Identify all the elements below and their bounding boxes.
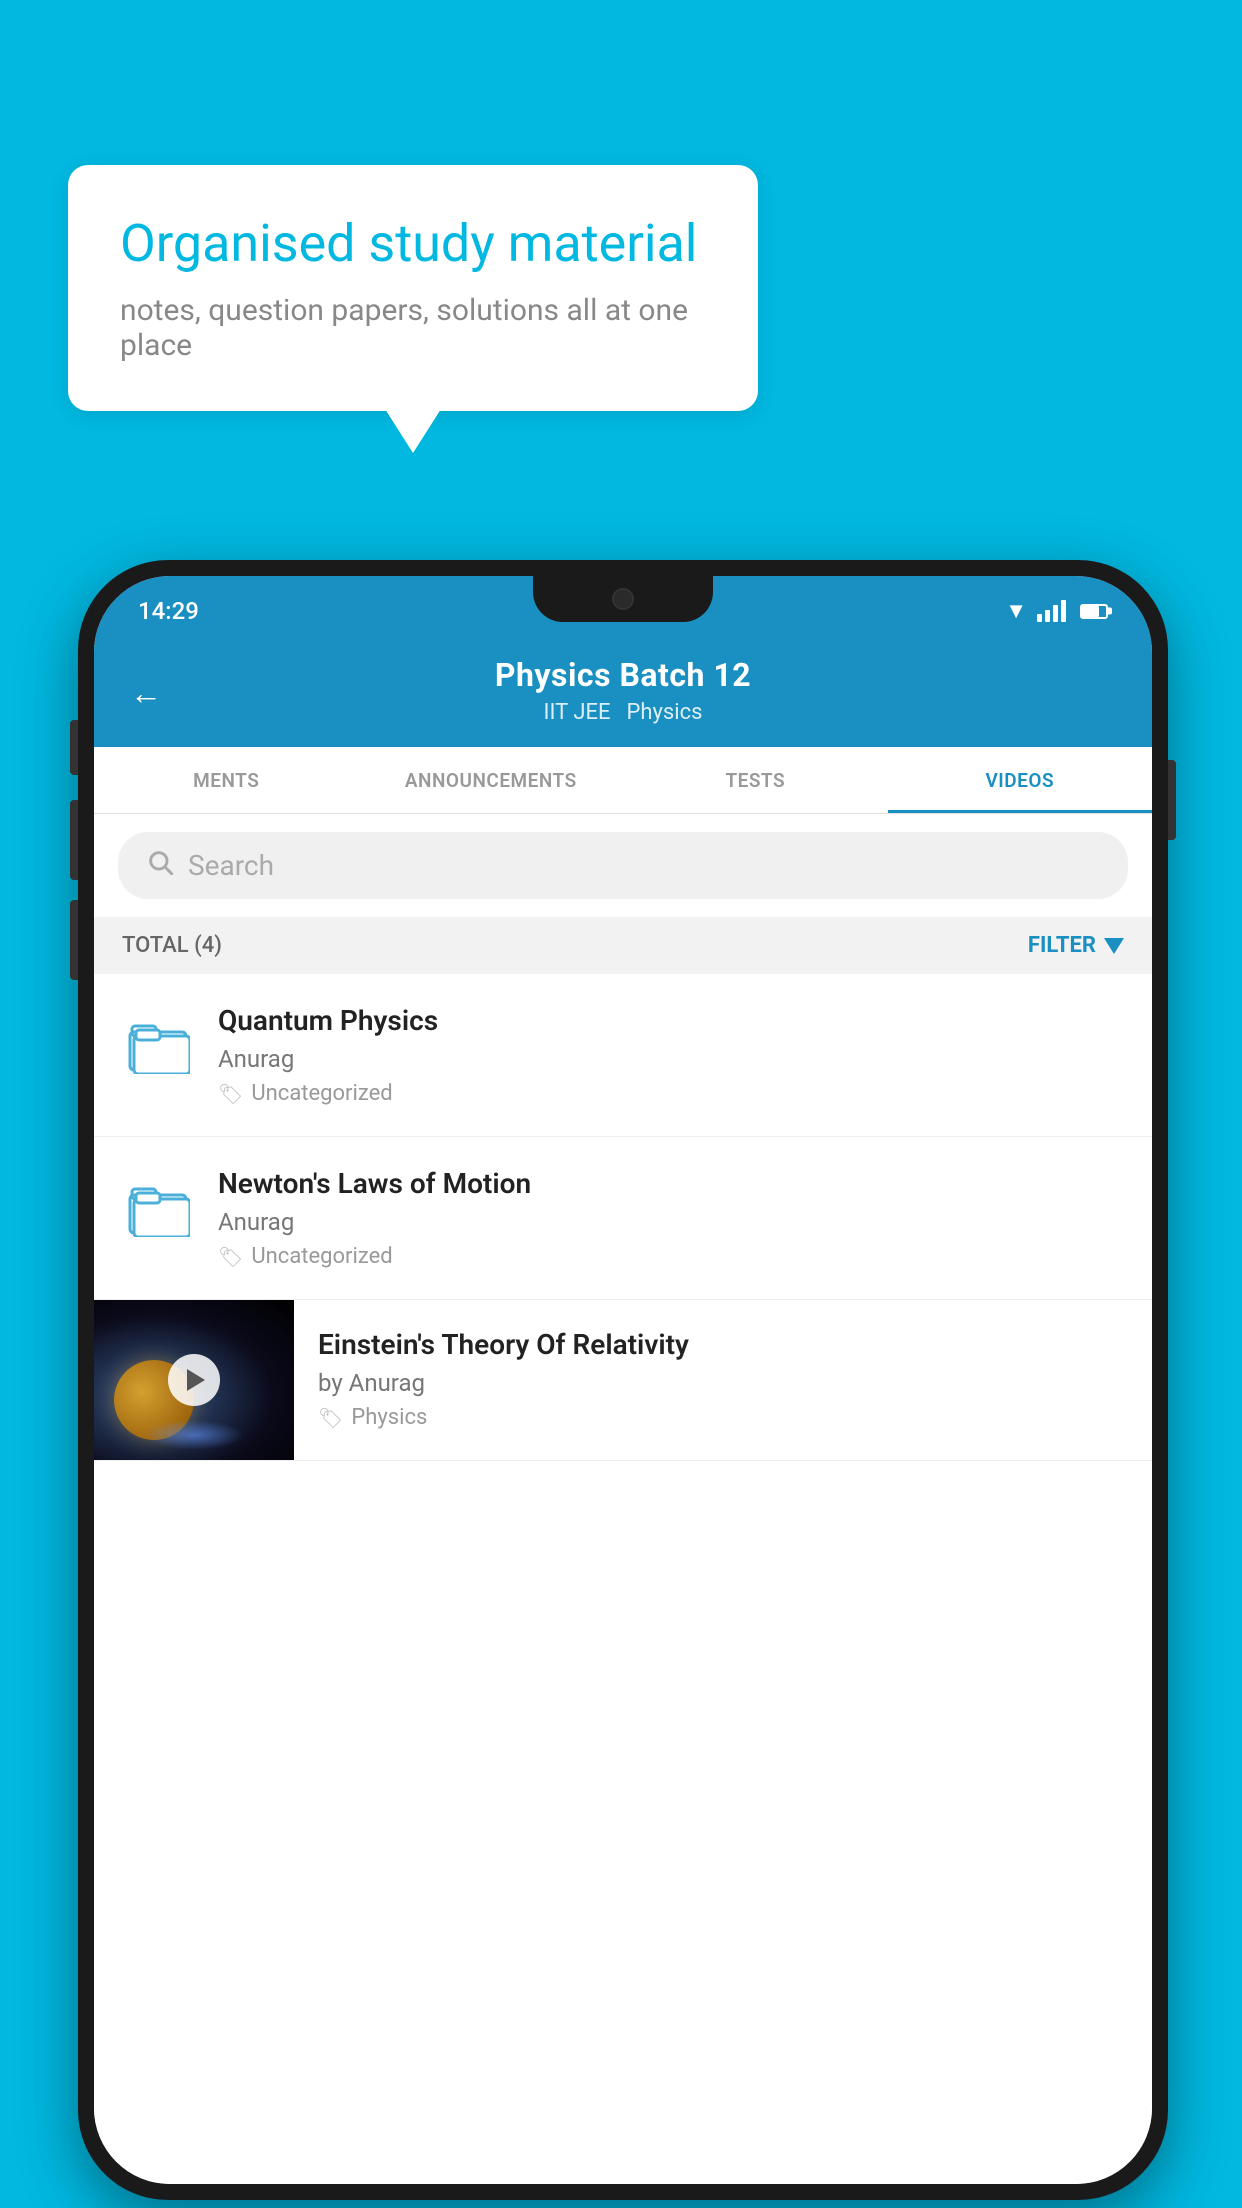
item-tag: 🏷 Physics xyxy=(318,1405,1128,1430)
phone-notch xyxy=(533,576,713,622)
phone-outer: 14:29 ▼ xyxy=(78,560,1168,2200)
tab-tests[interactable]: TESTS xyxy=(623,747,888,813)
item-title: Quantum Physics xyxy=(218,1004,1124,1037)
header-tags: IIT JEE Physics xyxy=(544,700,703,725)
folder-icon xyxy=(126,1181,190,1233)
item-content: Einstein's Theory Of Relativity by Anura… xyxy=(294,1300,1152,1458)
item-author: Anurag xyxy=(218,1045,1124,1073)
item-icon-wrap xyxy=(122,1171,194,1243)
item-author: by Anurag xyxy=(318,1369,1128,1397)
bubble-subtitle: notes, question papers, solutions all at… xyxy=(120,293,706,363)
wifi-icon: ▼ xyxy=(1005,598,1027,624)
search-bar[interactable]: Search xyxy=(118,832,1128,899)
thumbnail xyxy=(94,1300,294,1460)
glow-visual xyxy=(144,1420,244,1450)
item-content: Newton's Laws of Motion Anurag 🏷 Uncateg… xyxy=(218,1167,1124,1269)
tabs-bar: MENTS ANNOUNCEMENTS TESTS VIDEOS xyxy=(94,747,1152,814)
search-icon xyxy=(146,848,174,883)
header-tag-physics: Physics xyxy=(626,700,702,725)
total-count: TOTAL (4) xyxy=(122,933,222,958)
tab-announcements[interactable]: ANNOUNCEMENTS xyxy=(359,747,624,813)
volume-up-button xyxy=(70,720,78,775)
filter-button[interactable]: FILTER xyxy=(1028,933,1124,958)
tag-label: Uncategorized xyxy=(251,1244,392,1269)
content-list: Quantum Physics Anurag 🏷 Uncategorized xyxy=(94,974,1152,2184)
tag-icon: 🏷 xyxy=(218,1245,243,1269)
status-time: 14:29 xyxy=(138,597,199,625)
item-title: Newton's Laws of Motion xyxy=(218,1167,1124,1200)
play-button[interactable] xyxy=(168,1354,220,1406)
header-tag-iitjee: IIT JEE xyxy=(544,700,611,725)
tag-icon: 🏷 xyxy=(218,1082,243,1106)
back-button[interactable]: ← xyxy=(130,674,162,712)
tag-icon: 🏷 xyxy=(318,1406,343,1430)
tag-label: Physics xyxy=(351,1405,427,1430)
bubble-title: Organised study material xyxy=(120,213,706,275)
volume-down-button xyxy=(70,800,78,880)
speech-bubble: Organised study material notes, question… xyxy=(68,165,758,411)
phone-mockup: 14:29 ▼ xyxy=(78,560,1168,2200)
tab-ments[interactable]: MENTS xyxy=(94,747,359,813)
status-icons: ▼ xyxy=(1005,598,1108,624)
power-button xyxy=(1168,760,1176,840)
filter-bar: TOTAL (4) FILTER xyxy=(94,917,1152,974)
folder-icon xyxy=(126,1018,190,1070)
app-header: ← Physics Batch 12 IIT JEE Physics xyxy=(94,638,1152,747)
play-icon xyxy=(187,1369,205,1391)
front-camera xyxy=(612,588,634,610)
item-content: Quantum Physics Anurag 🏷 Uncategorized xyxy=(218,1004,1124,1106)
item-tag: 🏷 Uncategorized xyxy=(218,1244,1124,1269)
search-input[interactable]: Search xyxy=(188,849,274,882)
item-title: Einstein's Theory Of Relativity xyxy=(318,1328,1128,1361)
header-title: Physics Batch 12 xyxy=(495,656,751,694)
item-icon-wrap xyxy=(122,1008,194,1080)
signal-icon xyxy=(1037,600,1066,622)
phone-screen: 14:29 ▼ xyxy=(94,576,1152,2184)
tab-videos[interactable]: VIDEOS xyxy=(888,747,1153,813)
item-tag: 🏷 Uncategorized xyxy=(218,1081,1124,1106)
silent-button xyxy=(70,900,78,980)
item-author: Anurag xyxy=(218,1208,1124,1236)
filter-label: FILTER xyxy=(1028,933,1096,958)
tag-label: Uncategorized xyxy=(251,1081,392,1106)
battery-icon xyxy=(1080,604,1108,619)
list-item[interactable]: Newton's Laws of Motion Anurag 🏷 Uncateg… xyxy=(94,1137,1152,1300)
filter-icon xyxy=(1104,938,1124,954)
list-item[interactable]: Quantum Physics Anurag 🏷 Uncategorized xyxy=(94,974,1152,1137)
list-item-thumb[interactable]: Einstein's Theory Of Relativity by Anura… xyxy=(94,1300,1152,1461)
search-bar-wrapper: Search xyxy=(94,814,1152,917)
